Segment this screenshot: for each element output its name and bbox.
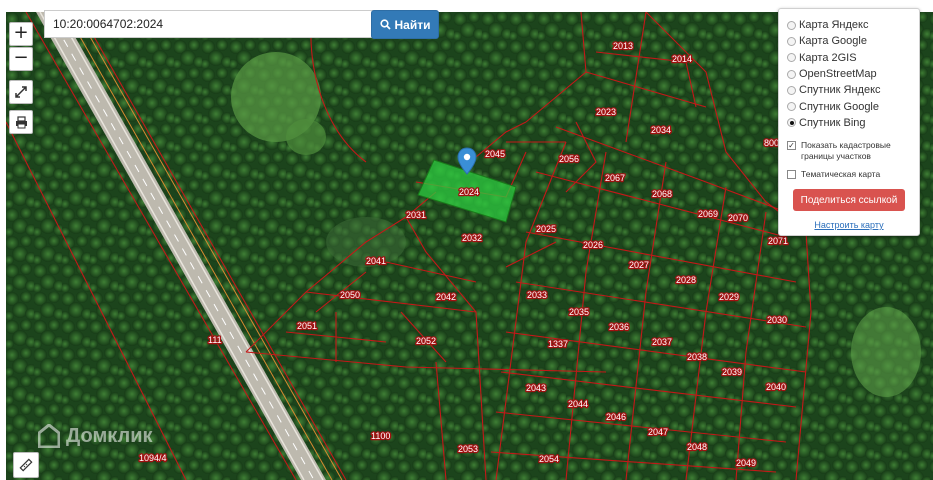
parcel-number-label: 2041 [366,256,386,266]
zoom-in-button[interactable]: + [9,22,33,46]
fullscreen-button[interactable] [9,80,33,104]
layer-radio-list: Карта Яндекс Карта Google Карта 2GIS OpenSt… [779,17,919,131]
parcel-number-label: 2048 [687,442,707,452]
parcel-number-label: 2056 [559,154,579,164]
parcel-number-label: 111 [208,335,222,345]
parcel-number-label: 2051 [297,321,317,331]
parcel-number-label: 1094/4 [139,453,167,463]
parcel-number-label: 2068 [652,189,672,199]
parcel-number-label: 2052 [416,336,436,346]
parcel-number-label: 2049 [736,458,756,468]
clearing [851,307,921,397]
parcel-number-label: 2047 [648,427,668,437]
parcel-number-label: 2039 [722,367,742,377]
thematic-checkbox[interactable] [787,170,796,180]
layer-radio[interactable] [787,102,796,112]
selected-parcel-label: 2024 [459,187,479,197]
layer-option-label: Карта 2GIS [799,51,857,64]
layer-option-label: Карта Яндекс [799,19,869,32]
watermark-text: Домклик [66,424,153,447]
cadastral-checkbox[interactable]: ✓ [787,141,796,151]
parcel-number-label: 2054 [539,454,559,464]
parcel-number-label: 2042 [436,292,456,302]
clearing [286,119,326,155]
parcel-number-label: 2027 [629,260,649,270]
search-button-label: Найти [394,17,431,32]
configure-map-link[interactable]: Настроить карту [779,220,919,230]
parcel-number-label: 2046 [606,412,626,422]
layer-option-label: Карта Google [799,35,867,48]
parcel-number-label: 2043 [526,383,546,393]
parcel-number-label: 2045 [485,149,505,159]
parcel-number-label: 2038 [687,352,707,362]
parcel-number-label: 2026 [583,240,603,250]
layer-option-label: Спутник Google [799,100,879,113]
layer-option[interactable]: Карта Яндекс [779,17,919,33]
parcel-number-label: 2036 [609,322,629,332]
parcel-number-label: 2013 [613,41,633,51]
cadastral-search-input[interactable] [44,10,378,38]
expand-icon [15,86,27,98]
zoom-out-button[interactable]: − [9,47,33,71]
parcel-number-label: 2029 [719,292,739,302]
layer-option-label: OpenStreetMap [799,68,877,81]
parcel-number-label: 2053 [458,444,478,454]
measure-button[interactable] [13,452,39,478]
parcel-number-label: 2071 [768,236,788,246]
layer-option-label: Спутник Bing [799,116,866,129]
parcel-number-label: 1337 [548,339,568,349]
parcel-number-label: 2067 [605,173,625,183]
layer-option[interactable]: Карта Google [779,33,919,49]
layer-radio[interactable] [787,85,796,95]
thematic-map-toggle[interactable]: Тематическая карта [779,169,919,180]
layer-option-label: Спутник Яндекс [799,84,881,97]
cadastral-toggle-label: Показать кадастровые границы участков [801,140,891,162]
layer-radio[interactable] [787,53,796,63]
parcel-number-label: 2069 [698,209,718,219]
parcel-number-label: 2025 [536,224,556,234]
share-link-button[interactable]: Поделиться ссылкой [793,189,905,212]
parcel-number-label: 2044 [568,399,588,409]
layer-radio[interactable] [787,36,796,46]
parcel-number-label: 2031 [406,210,426,220]
search-icon [379,19,391,30]
parcel-number-label: 2032 [462,233,482,243]
parcel-number-label: 2023 [596,107,616,117]
layer-option[interactable]: Спутник Bing [779,115,919,131]
parcel-number-label: 2014 [672,54,692,64]
search-button[interactable]: Найти [371,10,439,39]
map-layers-panel: Карта Яндекс Карта Google Карта 2GIS OpenSt… [778,8,920,236]
print-button[interactable] [9,110,33,134]
parcel-number-label: 2040 [766,382,786,392]
layer-option[interactable]: Карта 2GIS [779,50,919,66]
parcel-number-label: 2070 [728,213,748,223]
parcel-number-label: 2035 [569,307,589,317]
parcel-number-label: 2050 [340,290,360,300]
house-logo-icon [38,424,60,448]
parcel-number-label: 2028 [676,275,696,285]
thematic-toggle-label: Тематическая карта [801,169,881,180]
printer-icon [15,115,27,128]
layer-radio[interactable] [787,69,796,79]
cadastral-borders-toggle[interactable]: ✓ Показать кадастровые границы участков [779,140,919,162]
layer-option[interactable]: OpenStreetMap [779,66,919,82]
layer-option[interactable]: Спутник Яндекс [779,82,919,98]
parcel-number-label: 2037 [652,337,672,347]
parcel-number-label: 1100 [371,431,390,441]
parcel-number-label: 2034 [651,125,671,135]
layer-radio[interactable] [787,118,796,128]
watermark: Домклик [38,424,153,448]
parcel-number-label: 2033 [527,290,547,300]
ruler-icon [19,458,33,472]
layer-option[interactable]: Спутник Google [779,98,919,114]
layer-radio[interactable] [787,20,796,30]
parcel-number-label: 2030 [767,315,787,325]
